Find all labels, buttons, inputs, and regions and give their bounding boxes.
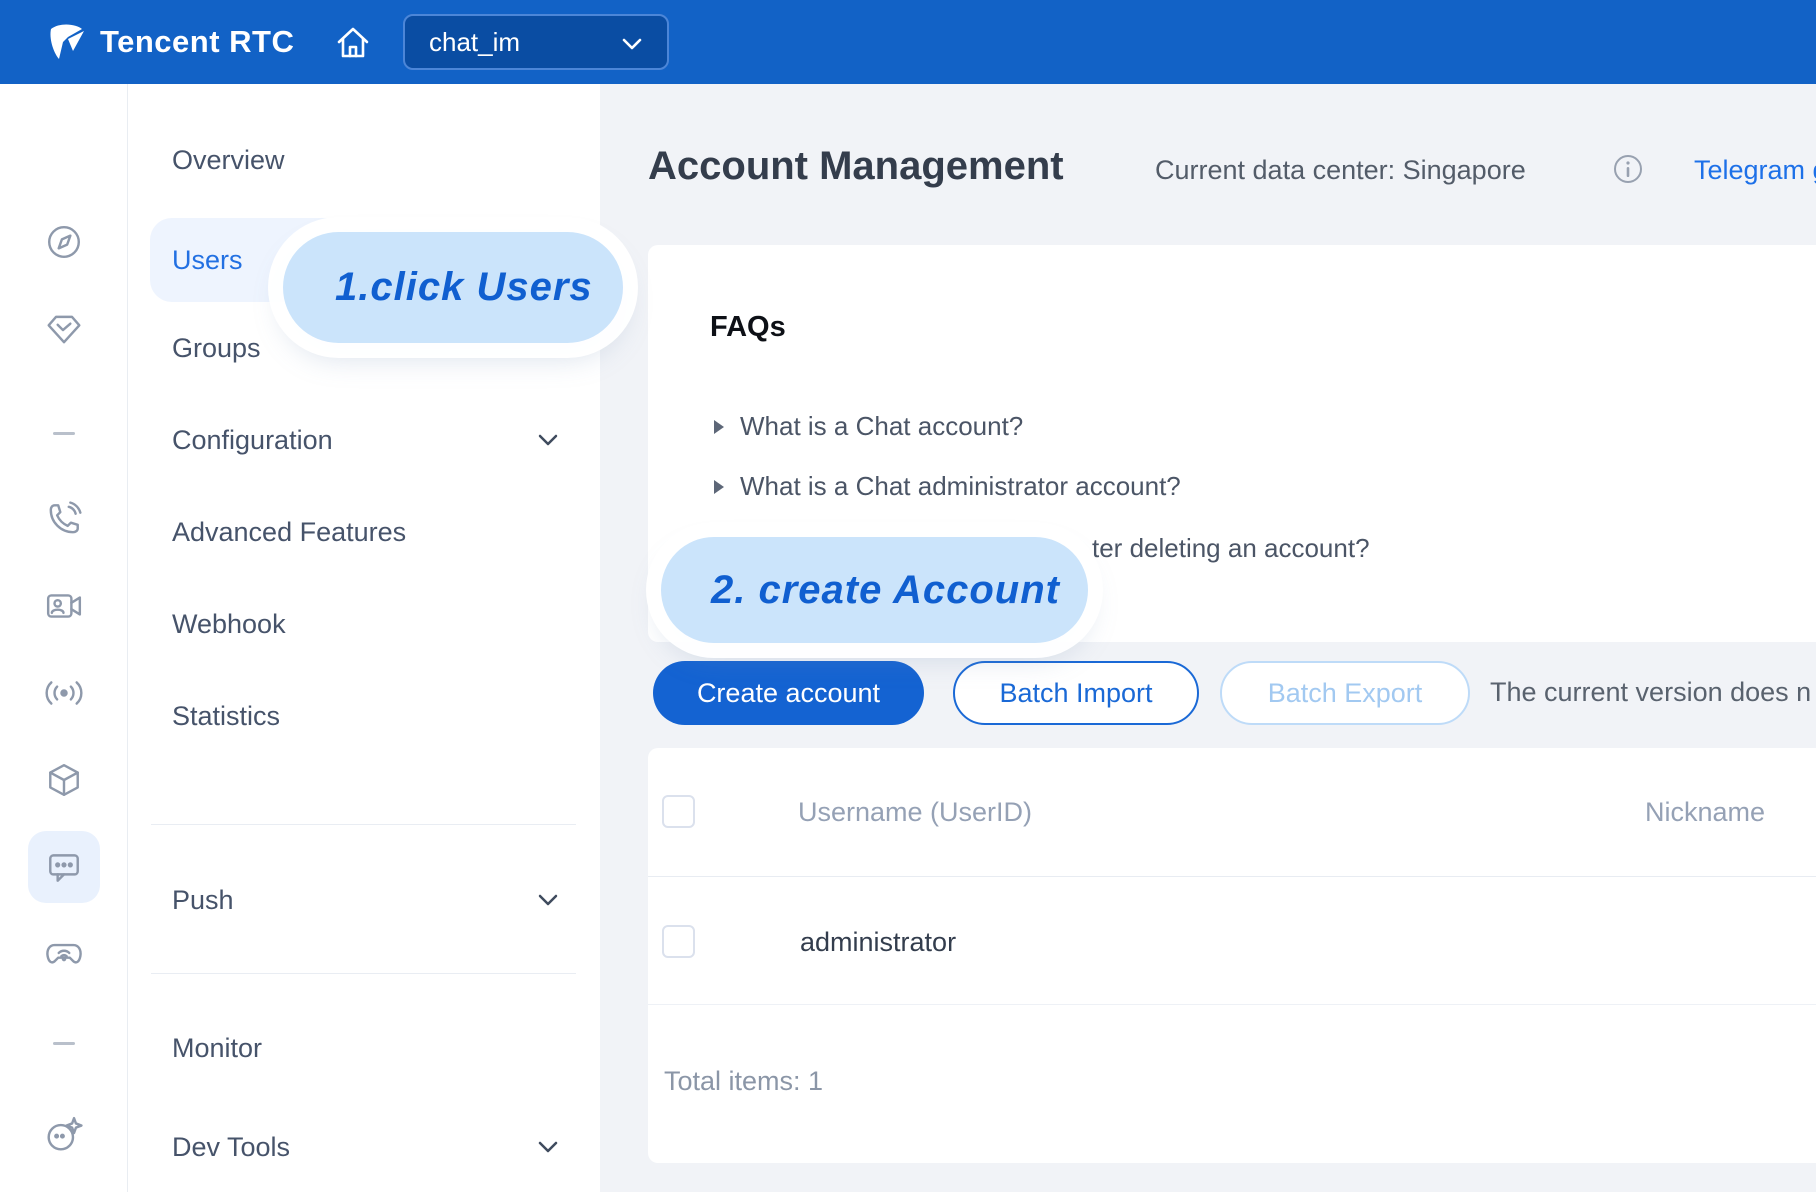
column-header-nickname: Nickname <box>1645 797 1765 828</box>
app-selector[interactable]: chat_im <box>403 14 669 70</box>
sidebar-divider <box>151 824 576 825</box>
annotation-step1: 1.click Users <box>283 232 623 343</box>
expand-triangle-icon <box>714 420 724 434</box>
faq-item-label: What is a Chat administrator account? <box>740 471 1181 502</box>
sidebar-item-label: Users <box>172 245 243 276</box>
button-label: Batch Import <box>999 678 1152 709</box>
sidebar-item-dev-tools[interactable]: Dev Tools <box>128 1105 600 1189</box>
telegram-link[interactable]: Telegram gr <box>1694 155 1816 186</box>
sidebar-item-push[interactable]: Push <box>128 858 600 942</box>
select-all-checkbox[interactable] <box>662 795 695 828</box>
batch-import-button[interactable]: Batch Import <box>953 661 1199 725</box>
expand-triangle-icon <box>714 480 724 494</box>
rail-divider <box>53 432 75 435</box>
sidebar-item-monitor[interactable]: Monitor <box>128 1006 600 1090</box>
sidebar-item-webhook[interactable]: Webhook <box>128 582 600 666</box>
data-center-label: Current data center: Singapore <box>1155 155 1526 186</box>
username-cell: administrator <box>800 927 956 958</box>
chevron-down-icon <box>535 890 561 910</box>
column-header-username: Username (UserID) <box>798 797 1032 828</box>
total-items-label: Total items: 1 <box>664 1066 823 1097</box>
sidebar-item-statistics[interactable]: Statistics <box>128 674 600 758</box>
sidebar-item-label: Statistics <box>172 701 280 732</box>
faq-item-label: What is a Chat account? <box>740 411 1023 442</box>
home-icon[interactable] <box>334 23 372 61</box>
button-label: Batch Export <box>1268 678 1423 709</box>
sidebar-item-label: Groups <box>172 333 261 364</box>
info-icon[interactable] <box>1612 153 1644 185</box>
table-divider <box>648 1004 1816 1005</box>
faq-item-label: ter deleting an account? <box>1092 533 1370 564</box>
sidebar-item-label: Advanced Features <box>172 517 406 548</box>
sidebar-divider <box>151 973 576 974</box>
sidebar-item-label: Push <box>172 885 234 916</box>
sidebar-item-configuration[interactable]: Configuration <box>128 398 600 482</box>
annotation-text: 1.click Users <box>335 265 593 310</box>
rail-divider <box>53 1042 75 1045</box>
page-title: Account Management <box>648 144 1064 189</box>
faq-item[interactable]: What is a Chat account? <box>714 411 1023 442</box>
version-note: The current version does n <box>1490 677 1811 708</box>
console-screen: Tencent RTC chat_im <box>0 0 1816 1192</box>
sidebar-item-label: Dev Tools <box>172 1132 290 1163</box>
chevron-down-icon <box>619 34 645 54</box>
chat-icon[interactable] <box>28 831 100 903</box>
cube-icon[interactable] <box>28 744 100 816</box>
top-bar: Tencent RTC chat_im <box>0 0 1816 84</box>
sidebar-item-label: Webhook <box>172 609 286 640</box>
faq-item[interactable]: ter deleting an account? <box>1092 533 1370 564</box>
batch-export-button: Batch Export <box>1220 661 1470 725</box>
tencent-rtc-logo-icon <box>46 20 90 64</box>
chevron-down-icon <box>535 430 561 450</box>
broadcast-icon[interactable] <box>28 657 100 729</box>
create-account-button[interactable]: Create account <box>653 661 924 725</box>
accounts-table-card: Username (UserID) Nickname administrator… <box>648 748 1816 1163</box>
sidebar-item-label: Overview <box>172 145 285 176</box>
button-label: Create account <box>697 678 880 709</box>
faq-item[interactable]: What is a Chat administrator account? <box>714 471 1181 502</box>
sidebar-item-overview[interactable]: Overview <box>128 118 600 202</box>
brand-name: Tencent RTC <box>100 24 294 60</box>
sidebar-item-label: Monitor <box>172 1033 262 1064</box>
video-camera-icon[interactable] <box>28 570 100 642</box>
product-icon-rail <box>0 84 128 1192</box>
chevron-down-icon <box>535 1137 561 1157</box>
ai-chat-sparkle-icon[interactable] <box>28 1098 100 1170</box>
annotation-step2: 2. create Account <box>661 537 1088 643</box>
annotation-text: 2. create Account <box>711 568 1060 613</box>
sidebar-item-label: Configuration <box>172 425 333 456</box>
sidebar-item-advanced-features[interactable]: Advanced Features <box>128 490 600 574</box>
compass-icon[interactable] <box>28 206 100 278</box>
row-checkbox[interactable] <box>662 925 695 958</box>
faq-title: FAQs <box>710 311 786 344</box>
gem-icon[interactable] <box>28 293 100 365</box>
gamepad-icon[interactable] <box>28 918 100 990</box>
phone-call-icon[interactable] <box>28 483 100 555</box>
table-divider <box>648 876 1816 877</box>
app-selector-value: chat_im <box>429 27 520 58</box>
